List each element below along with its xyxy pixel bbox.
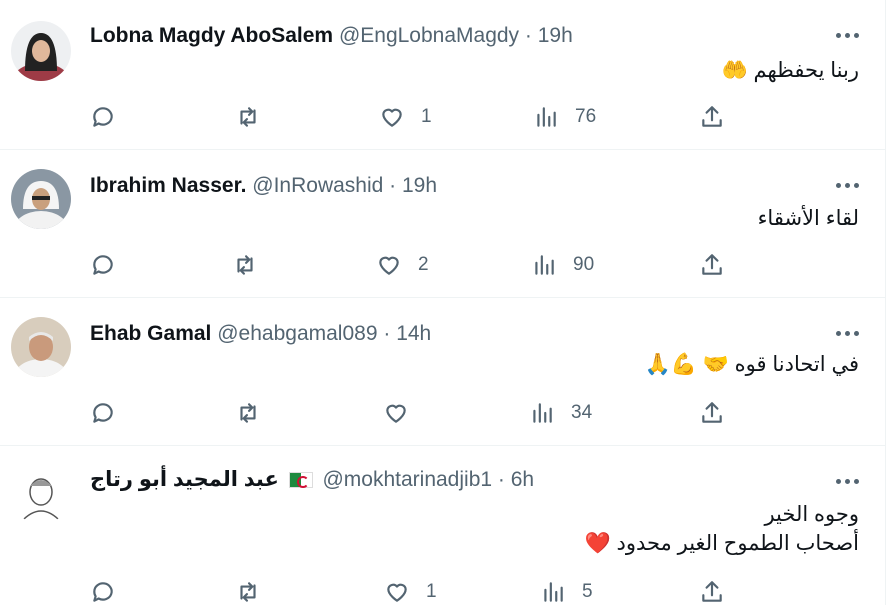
author-handle[interactable]: @ehabgamal089 [217,322,377,345]
share-icon [702,106,722,127]
views-button[interactable]: 90 [531,250,594,280]
reply-button[interactable] [90,398,116,428]
avatar[interactable] [11,169,71,229]
retweet-icon [237,255,253,275]
like-icon [382,108,402,127]
like-count: 2 [418,254,429,275]
views-count: 5 [582,581,593,602]
avatar[interactable] [11,317,71,377]
share-button[interactable] [699,250,725,280]
timestamp[interactable]: 19h [538,24,573,47]
like-button[interactable]: 1 [379,102,432,132]
reply-button[interactable] [90,577,116,605]
reply-button[interactable] [90,250,116,280]
share-icon [702,402,722,423]
retweet-button[interactable] [232,250,258,280]
reply-icon [93,107,113,127]
tweet-text: لقاء الأشقاء [757,207,859,230]
like-icon [386,404,406,423]
like-icon [379,256,399,275]
avatar-image [11,21,71,81]
retweet-button[interactable] [235,577,261,605]
avatar[interactable] [11,21,71,81]
retweet-button[interactable] [235,102,261,132]
retweet-icon [240,403,256,423]
views-button[interactable]: 5 [540,577,593,605]
share-icon [702,581,722,602]
retweet-icon [240,107,256,127]
reply-icon [93,582,113,602]
author-handle[interactable]: @InRowashid [252,174,383,197]
timestamp[interactable]: 6h [511,468,534,491]
tweet-actions: 1 76 [0,102,886,132]
tweet-actions: 34 [0,398,886,428]
avatar[interactable] [11,464,71,524]
views-icon [537,107,556,127]
like-icon [387,583,407,602]
tweet-text: ربنا يحفظهم 🤲 [721,59,859,82]
separator: · [497,468,505,491]
reply-icon [93,403,113,423]
reply-icon [93,255,113,275]
tweet[interactable]: Ehab Gamal @ehabgamal089 · 14h في اتحادن… [0,298,886,446]
tweet-header: عبد المجيد أبو رتاج @mokhtarinadjib1 · 6… [90,466,534,494]
tweet[interactable]: Ibrahim Nasser. @InRowashid · 19h لقاء ا… [0,150,886,298]
share-button[interactable] [699,577,725,605]
views-icon [533,403,552,423]
share-button[interactable] [699,398,725,428]
tweet-text-line-2: أصحاب الطموح الغير محدود ❤️ [584,532,860,555]
tweet-actions: 2 90 [0,250,886,280]
more-icon[interactable] [836,476,860,486]
avatar-image [11,464,71,524]
views-button[interactable]: 34 [529,398,592,428]
like-button[interactable] [383,398,425,428]
timestamp[interactable]: 14h [396,322,431,345]
retweet-icon [240,582,256,602]
timestamp[interactable]: 19h [402,174,437,197]
more-icon[interactable] [836,328,860,338]
like-button[interactable]: 1 [384,577,437,605]
author-name[interactable]: Ibrahim Nasser. [90,174,246,197]
views-icon [544,582,563,602]
tweet-text-line-1: وجوه الخير [764,503,859,526]
algeria-flag-icon [288,472,313,488]
author-name[interactable]: Lobna Magdy AboSalem [90,24,333,47]
avatar-image [11,317,71,377]
tweet-text: في اتحادنا قوه 🤝 💪🙏 [644,353,859,376]
author-handle[interactable]: @EngLobnaMagdy [339,24,519,47]
more-icon[interactable] [836,180,860,190]
tweet[interactable]: عبد المجيد أبو رتاج @mokhtarinadjib1 · 6… [0,446,886,605]
tweet-header: Lobna Magdy AboSalem @EngLobnaMagdy · 19… [90,22,573,50]
separator: · [524,24,532,47]
tweet-header: Ehab Gamal @ehabgamal089 · 14h [90,320,431,348]
separator: · [389,174,397,197]
separator: · [383,322,391,345]
tweet-actions: 1 5 [0,577,886,605]
views-count: 34 [571,402,593,423]
author-handle[interactable]: @mokhtarinadjib1 [322,468,492,491]
author-name[interactable]: Ehab Gamal [90,322,211,345]
share-button[interactable] [699,102,725,132]
like-button[interactable]: 2 [376,250,429,280]
share-icon [702,254,722,275]
author-name[interactable]: عبد المجيد أبو رتاج [90,468,279,491]
avatar-image [11,169,71,229]
tweet[interactable]: Lobna Magdy AboSalem @EngLobnaMagdy · 19… [0,0,886,150]
views-count: 76 [575,106,597,127]
tweet-header: Ibrahim Nasser. @InRowashid · 19h [90,172,437,200]
views-button[interactable]: 76 [533,102,596,132]
like-count: 1 [426,581,437,602]
views-icon [535,255,554,275]
views-count: 90 [573,254,595,275]
reply-button[interactable] [90,102,116,132]
like-count: 1 [421,106,432,127]
retweet-button[interactable] [235,398,261,428]
more-icon[interactable] [836,30,860,40]
tweet-feed: Lobna Magdy AboSalem @EngLobnaMagdy · 19… [0,0,886,605]
